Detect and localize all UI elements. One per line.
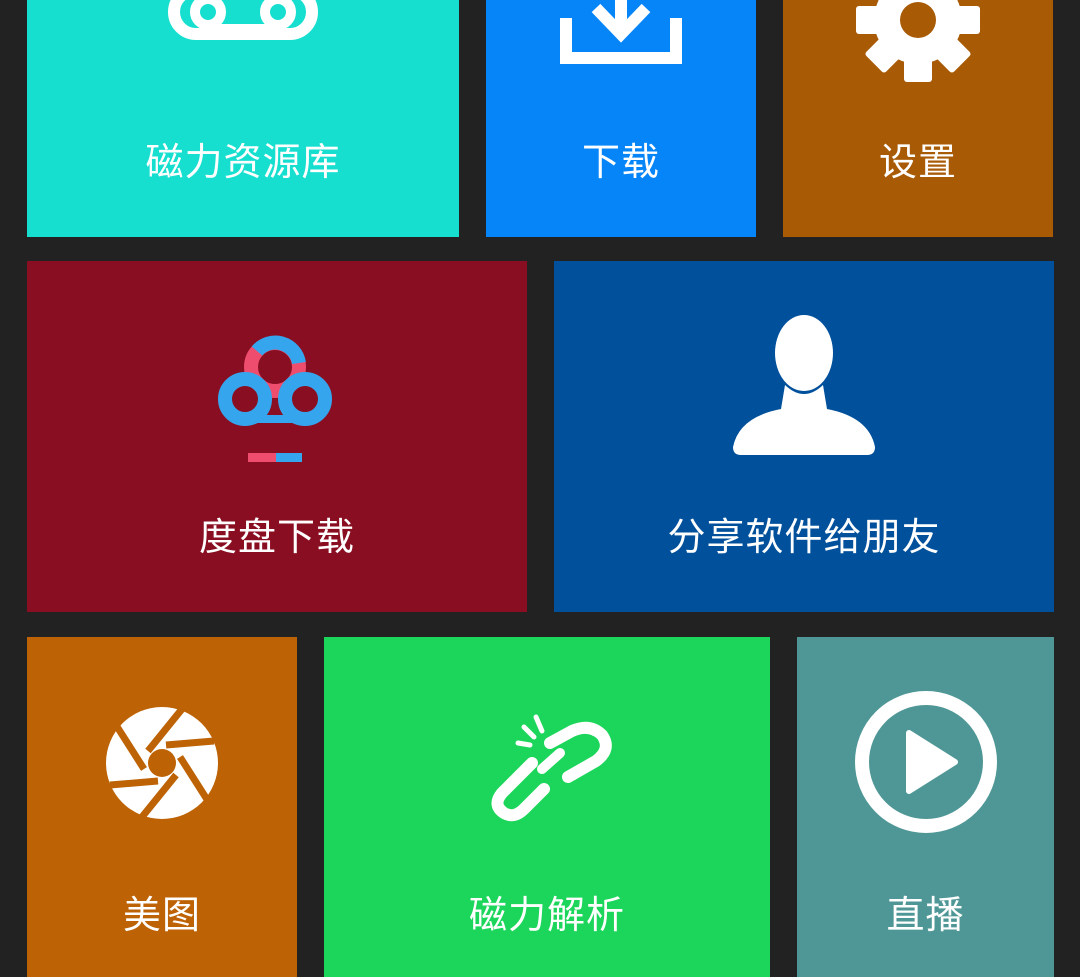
magnet-parse-tile[interactable]: 磁力解析 xyxy=(324,637,770,977)
user-silhouette-icon xyxy=(733,315,875,455)
download-tile[interactable]: 下载 xyxy=(486,0,756,237)
settings-tile[interactable]: 设置 xyxy=(783,0,1053,237)
live-tile[interactable]: 直播 xyxy=(797,637,1054,977)
settings-label: 设置 xyxy=(878,140,957,184)
play-circle-icon xyxy=(854,691,997,833)
baidu-download-label: 度盘下载 xyxy=(198,515,355,559)
magnet-parse-label: 磁力解析 xyxy=(468,893,625,937)
baidu-download-tile[interactable]: 度盘下载 xyxy=(27,261,527,612)
cassette-icon xyxy=(168,0,318,40)
magnet-library-tile[interactable]: 磁力资源库 xyxy=(27,0,459,237)
meitu-label: 美图 xyxy=(122,893,201,937)
live-label: 直播 xyxy=(886,893,965,937)
share-label: 分享软件给朋友 xyxy=(667,515,941,559)
share-tile[interactable]: 分享软件给朋友 xyxy=(554,261,1054,612)
baidu-cloud-icon xyxy=(218,335,332,462)
download-icon xyxy=(560,0,682,64)
meitu-tile[interactable]: 美图 xyxy=(27,637,297,977)
aperture-icon xyxy=(106,706,218,820)
download-label: 下载 xyxy=(581,140,660,184)
broken-link-icon xyxy=(491,714,612,822)
magnet-library-label: 磁力资源库 xyxy=(145,140,341,184)
gear-icon xyxy=(856,0,980,82)
